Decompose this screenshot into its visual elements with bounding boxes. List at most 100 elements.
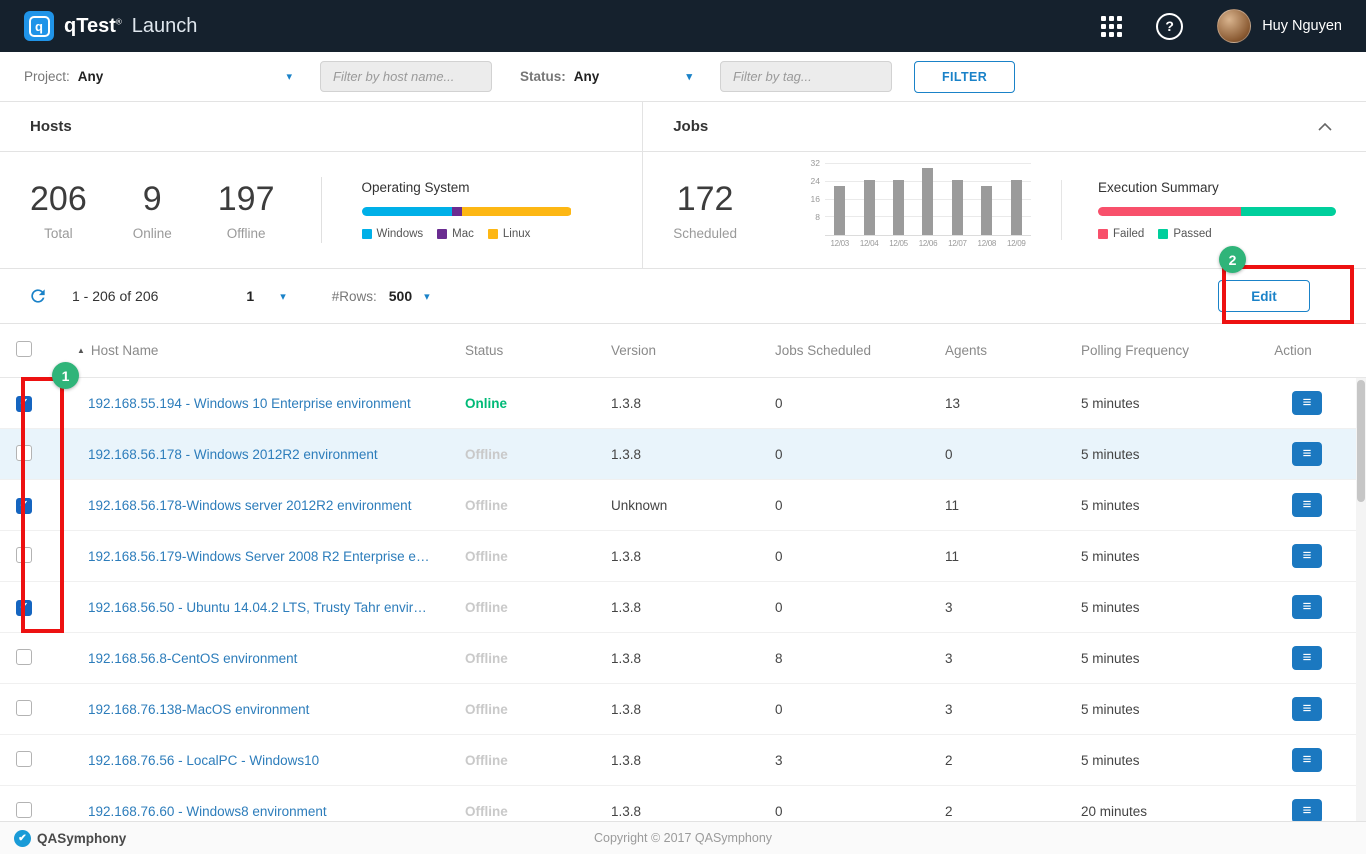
vertical-scrollbar-track[interactable] (1356, 378, 1366, 821)
rows-per-page-select[interactable]: #Rows: 500 ▾ (332, 288, 430, 304)
column-header-version[interactable]: Version (583, 343, 747, 358)
hosts-panel-header: Hosts (0, 102, 642, 152)
os-legend: WindowsMacLinux (362, 228, 572, 240)
project-filter-select[interactable]: Project: Any ▾ (24, 69, 292, 84)
row-checkbox[interactable] (16, 396, 32, 412)
row-action-menu-button[interactable]: ≡ (1292, 493, 1322, 517)
column-header-status[interactable]: Status (437, 343, 583, 358)
host-name-link[interactable]: 192.168.56.178-Windows server 2012R2 env… (88, 498, 437, 513)
row-action-menu-button[interactable]: ≡ (1292, 391, 1322, 415)
host-name-link[interactable]: 192.168.76.138-MacOS environment (88, 702, 437, 717)
row-checkbox[interactable] (16, 751, 32, 767)
row-action-menu-button[interactable]: ≡ (1292, 595, 1322, 619)
host-name-link[interactable]: 192.168.56.8-CentOS environment (88, 651, 437, 666)
host-table-header: ▲ Host Name Status Version Jobs Schedule… (0, 324, 1366, 378)
host-name-link[interactable]: 192.168.76.60 - Windows8 environment (88, 804, 437, 819)
table-row: 192.168.76.56 - LocalPC - Windows10 Offl… (0, 735, 1366, 786)
table-row: 192.168.76.138-MacOS environment Offline… (0, 684, 1366, 735)
execution-summary-title: Execution Summary (1098, 180, 1336, 195)
filter-bar: Project: Any ▾ Status: Any ▾ FILTER (0, 52, 1366, 102)
jobs-panel-header: Jobs (643, 102, 1366, 152)
user-menu[interactable]: Huy Nguyen (1217, 9, 1342, 43)
column-header-host-name[interactable]: ▲ Host Name (60, 343, 437, 358)
row-checkbox[interactable] (16, 700, 32, 716)
row-checkbox[interactable] (16, 649, 32, 665)
action-cell: ≡ (1250, 442, 1366, 466)
qasymphony-brand-link[interactable]: ✔ QASymphony (14, 830, 126, 847)
host-name-link[interactable]: 192.168.56.179-Windows Server 2008 R2 En… (88, 549, 437, 564)
status-cell: Offline (437, 702, 583, 717)
row-checkbox-cell (0, 649, 60, 668)
stat-label: Scheduled (673, 226, 737, 241)
row-checkbox[interactable] (16, 600, 32, 616)
jobs-scheduled-cell: 0 (747, 600, 917, 615)
select-all-checkbox[interactable] (16, 341, 32, 357)
chart-x-axis: 12/0312/0412/0512/0612/0712/0812/09 (825, 239, 1031, 248)
row-action-menu-button[interactable]: ≡ (1292, 646, 1322, 670)
menu-icon: ≡ (1303, 395, 1312, 410)
polling-frequency-cell: 5 minutes (1053, 600, 1250, 615)
help-icon[interactable]: ? (1156, 13, 1183, 40)
jobs-scheduled-cell: 3 (747, 753, 917, 768)
qasymphony-logo: ✔ (14, 830, 31, 847)
host-name-filter-input[interactable] (320, 61, 492, 92)
tag-filter-input[interactable] (720, 61, 892, 92)
filter-button[interactable]: FILTER (914, 61, 1015, 93)
status-filter-select[interactable]: Status: Any ▾ (520, 69, 692, 84)
polling-frequency-cell: 5 minutes (1053, 753, 1250, 768)
host-name-cell: 192.168.56.50 - Ubuntu 14.04.2 LTS, Trus… (60, 600, 437, 615)
row-action-menu-button[interactable]: ≡ (1292, 799, 1322, 823)
jobs-scheduled-cell: 0 (747, 549, 917, 564)
top-navigation-bar: q qTest® Launch ? Huy Nguyen (0, 0, 1366, 52)
row-action-menu-button[interactable]: ≡ (1292, 544, 1322, 568)
jobs-panel-title: Jobs (673, 118, 708, 135)
row-action-menu-button[interactable]: ≡ (1292, 697, 1322, 721)
status-cell: Offline (437, 447, 583, 462)
column-header-jobs-scheduled[interactable]: Jobs Scheduled (747, 343, 917, 358)
collapse-jobs-panel-button[interactable] (1314, 115, 1336, 138)
host-name-link[interactable]: 192.168.56.178 - Windows 2012R2 environm… (88, 447, 437, 462)
page-select[interactable]: 1 ▾ (246, 288, 285, 304)
status-cell: Offline (437, 753, 583, 768)
agents-cell: 2 (917, 804, 1053, 819)
jobs-scheduled-cell: 0 (747, 396, 917, 411)
polling-frequency-cell: 5 minutes (1053, 651, 1250, 666)
host-status: Offline (465, 804, 508, 819)
row-checkbox[interactable] (16, 547, 32, 563)
menu-icon: ≡ (1303, 650, 1312, 665)
execution-summary-chart: Execution Summary FailedPassed (1061, 180, 1336, 240)
row-action-menu-button[interactable]: ≡ (1292, 748, 1322, 772)
host-name-cell: 192.168.56.8-CentOS environment (60, 651, 437, 666)
row-action-menu-button[interactable]: ≡ (1292, 442, 1322, 466)
row-checkbox[interactable] (16, 802, 32, 818)
host-name-link[interactable]: 192.168.56.50 - Ubuntu 14.04.2 LTS, Trus… (88, 600, 437, 615)
pagination-range-text: 1 - 206 of 206 (72, 288, 158, 304)
project-filter-value: Any (78, 69, 104, 84)
host-name-link[interactable]: 192.168.55.194 - Windows 10 Enterprise e… (88, 396, 437, 411)
row-checkbox[interactable] (16, 498, 32, 514)
vertical-scrollbar-thumb[interactable] (1357, 380, 1365, 502)
host-name-link[interactable]: 192.168.76.56 - LocalPC - Windows10 (88, 753, 437, 768)
version-cell: 1.3.8 (583, 549, 747, 564)
edit-button[interactable]: Edit (1218, 280, 1310, 312)
summary-panels: Hosts 206 Total 9 Online 197 Offline (0, 102, 1366, 269)
execution-summary-legend: FailedPassed (1098, 228, 1336, 240)
status-cell: Offline (437, 549, 583, 564)
row-checkbox-cell (0, 700, 60, 719)
column-header-polling-frequency[interactable]: Polling Frequency (1053, 343, 1250, 358)
column-header-agents[interactable]: Agents (917, 343, 1053, 358)
agents-cell: 3 (917, 651, 1053, 666)
row-checkbox[interactable] (16, 445, 32, 461)
host-status: Offline (465, 600, 508, 615)
host-name-cell: 192.168.76.56 - LocalPC - Windows10 (60, 753, 437, 768)
agents-cell: 11 (917, 549, 1053, 564)
row-checkbox-cell (0, 598, 60, 616)
agents-cell: 3 (917, 702, 1053, 717)
apps-grid-icon[interactable] (1101, 16, 1122, 37)
jobs-scheduled-cell: 0 (747, 498, 917, 513)
refresh-button[interactable] (28, 286, 48, 306)
chart-plot-area (825, 164, 1031, 236)
agents-cell: 2 (917, 753, 1053, 768)
version-cell: 1.3.8 (583, 702, 747, 717)
copyright-text: Copyright © 2017 QASymphony (0, 831, 1366, 845)
